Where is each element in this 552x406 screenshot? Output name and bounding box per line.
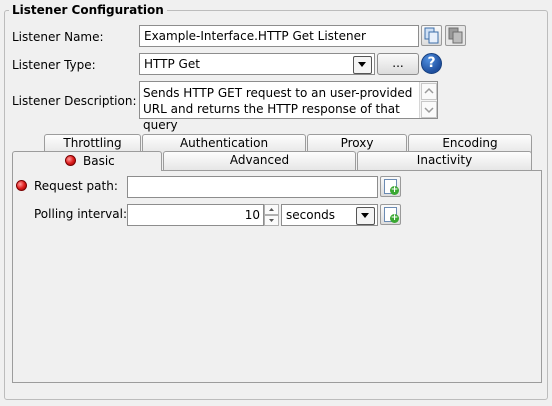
listener-name-input[interactable]: Example-Interface.HTTP Get Listener (139, 25, 419, 47)
tab-basic-label: Basic (83, 154, 115, 168)
description-scrollbar[interactable] (419, 82, 437, 118)
request-path-input[interactable] (127, 176, 378, 198)
add-variable-button[interactable]: + (380, 176, 401, 197)
tab-advanced[interactable]: Advanced (163, 151, 356, 170)
listener-description-label: Listener Description: (12, 94, 137, 108)
polling-interval-label: Polling interval: (34, 207, 127, 221)
request-path-label: Request path: (34, 179, 118, 193)
polling-unit-select[interactable]: seconds (281, 204, 378, 226)
polling-interval-spinner[interactable] (264, 204, 279, 226)
basic-tab-panel (12, 170, 542, 383)
copy-icon (424, 27, 439, 44)
copy-button[interactable] (421, 25, 442, 46)
help-icon[interactable]: ? (421, 53, 442, 74)
add-variable-button[interactable]: + (380, 204, 401, 225)
listener-type-value: HTTP Get (144, 57, 200, 71)
listener-type-label: Listener Type: (12, 58, 96, 72)
browse-button[interactable]: ... (377, 53, 419, 75)
tab-basic[interactable]: Basic (12, 151, 162, 171)
listener-name-label: Listener Name: (12, 30, 104, 44)
scroll-up-button[interactable] (421, 83, 437, 100)
group-title: Listener Configuration (9, 2, 167, 18)
spinner-down-button[interactable] (264, 215, 279, 226)
polling-unit-value: seconds (286, 208, 336, 222)
spinner-up-button[interactable] (264, 204, 279, 215)
listener-type-select[interactable]: HTTP Get (139, 53, 375, 75)
caret-up-icon (269, 208, 274, 211)
required-indicator-icon (65, 155, 76, 166)
required-indicator-icon (16, 180, 27, 191)
chevron-up-icon (424, 87, 434, 94)
polling-interval-input[interactable]: 10 (127, 204, 264, 226)
caret-down-icon (269, 219, 274, 222)
chevron-down-icon[interactable] (353, 56, 372, 74)
add-variable-icon: + (390, 185, 399, 195)
scroll-down-button[interactable] (421, 101, 437, 118)
tab-inactivity[interactable]: Inactivity (357, 151, 532, 170)
chevron-down-icon (424, 107, 434, 114)
chevron-down-icon[interactable] (356, 207, 375, 225)
paste-button[interactable] (445, 25, 466, 46)
paste-icon (448, 27, 463, 44)
listener-description-text: Sends HTTP GET request to an user-provid… (143, 86, 413, 132)
add-variable-icon: + (390, 213, 399, 223)
listener-description-textarea[interactable]: Sends HTTP GET request to an user-provid… (139, 81, 438, 132)
